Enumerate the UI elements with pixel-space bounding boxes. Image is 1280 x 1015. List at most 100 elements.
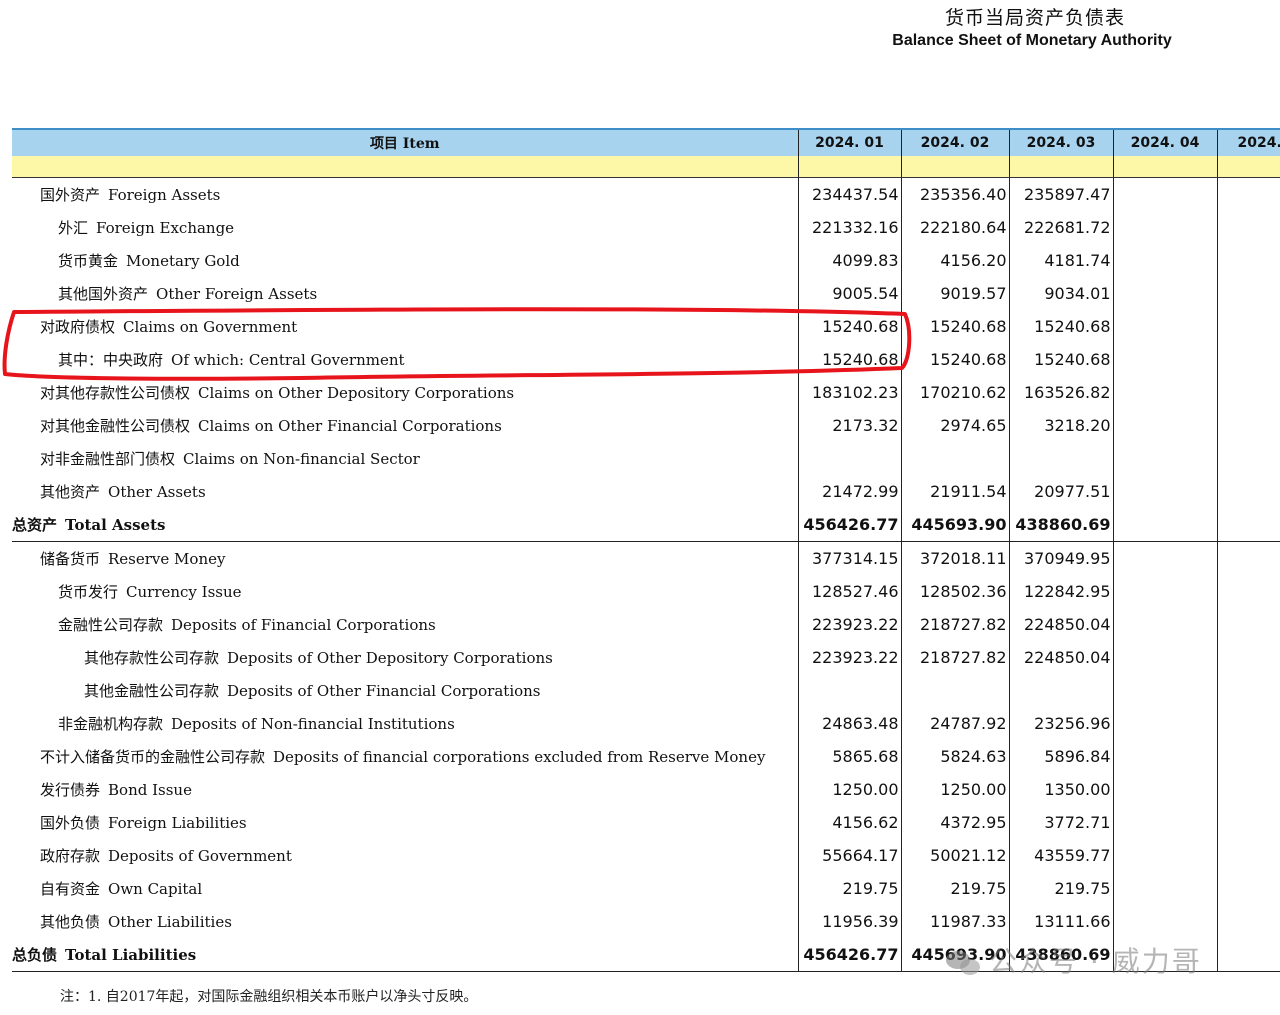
cell-value: 224850.04	[1009, 641, 1114, 674]
table-row: 对政府债权 Claims on Government 15240.68 15240.6…	[12, 310, 1280, 343]
cell-value	[1217, 608, 1280, 641]
table-row: 发行债券 Bond Issue 1250.00 1250.00 1350.00	[12, 773, 1280, 806]
row-label-zh: 其他负债	[40, 913, 101, 931]
cell-value: 370949.95	[1009, 541, 1114, 575]
cell-value: 222180.64	[901, 211, 1010, 244]
cell-value: 223923.22	[798, 641, 902, 674]
row-label: 外汇 Foreign Exchange	[12, 211, 799, 244]
cell-value	[1217, 211, 1280, 244]
cell-value: 15240.68	[901, 343, 1010, 376]
cell-value: 456426.77	[798, 938, 902, 972]
row-label-zh: 总负债	[12, 946, 58, 964]
row-label-en: Deposits of Government	[108, 847, 292, 865]
cell-value	[1113, 343, 1218, 376]
cell-value: 15240.68	[798, 310, 902, 343]
cell-value: 218727.82	[901, 608, 1010, 641]
row-label-zh: 外汇	[58, 219, 89, 237]
row-label: 国外负债 Foreign Liabilities	[12, 806, 799, 839]
row-label-zh: 其他存款性公司存款	[84, 649, 220, 667]
cell-value: 55664.17	[798, 839, 902, 872]
row-label-en: Bond Issue	[108, 781, 192, 799]
cell-value	[1217, 707, 1280, 740]
cell-value: 372018.11	[901, 541, 1010, 575]
wechat-icon	[946, 951, 980, 975]
row-label: 对其他金融性公司债权 Claims on Other Financial Corp…	[12, 409, 799, 442]
watermark-text: 公众号 · 威力哥	[989, 945, 1202, 978]
row-label-en: Other Foreign Assets	[156, 285, 318, 303]
cell-value	[1217, 938, 1280, 972]
cell-value: 2974.65	[901, 409, 1010, 442]
cell-value	[1113, 641, 1218, 674]
cell-value: 128527.46	[798, 575, 902, 608]
row-label-en: Deposits of Financial Corporations	[171, 616, 436, 634]
row-label-zh: 非金融机构存款	[58, 715, 164, 733]
cell-value: 43559.77	[1009, 839, 1114, 872]
cell-value: 219.75	[1009, 872, 1114, 905]
cell-value: 5896.84	[1009, 740, 1114, 773]
row-label-zh: 其他资产	[40, 483, 101, 501]
cell-value: 5865.68	[798, 740, 902, 773]
cell-value: 50021.12	[901, 839, 1010, 872]
cell-value	[1217, 542, 1280, 576]
cell-value: 24863.48	[798, 707, 902, 740]
cell-value: 128502.36	[901, 575, 1010, 608]
row-label-zh: 金融性公司存款	[58, 616, 164, 634]
row-label-en: Foreign Exchange	[96, 219, 235, 237]
cell-value	[1113, 310, 1218, 343]
row-label-zh: 发行债券	[40, 781, 101, 799]
cell-value	[798, 442, 902, 475]
row-label: 对其他存款性公司债权 Claims on Other Depository Cor…	[12, 376, 799, 409]
row-label-zh: 对非金融性部门债权	[40, 450, 176, 468]
cell-value: 9019.57	[901, 277, 1010, 310]
row-label: 自有资金 Own Capital	[12, 872, 799, 905]
row-label-en: Other Assets	[108, 483, 206, 501]
row-label: 其他国外资产 Other Foreign Assets	[12, 277, 799, 310]
table-row: 自有资金 Own Capital 219.75 219.75 219.75	[12, 872, 1280, 905]
cell-value: 122842.95	[1009, 575, 1114, 608]
cell-value: 377314.15	[798, 541, 902, 575]
table-row: 其他存款性公司存款 Deposits of Other Depository Co…	[12, 641, 1280, 674]
header-period: 2024.	[1217, 128, 1280, 156]
row-label-zh: 储备货币	[40, 550, 101, 568]
row-label: 国外资产 Foreign Assets	[12, 177, 799, 211]
row-label-en: Claims on Other Depository Corporations	[198, 384, 515, 402]
row-label-zh: 其他金融性公司存款	[84, 682, 220, 700]
row-label: 其他金融性公司存款 Deposits of Other Financial Cor…	[12, 674, 799, 707]
row-label: 储备货币 Reserve Money	[12, 541, 799, 575]
cell-value: 219.75	[901, 872, 1010, 905]
cell-value: 1250.00	[798, 773, 902, 806]
row-label-en: Total Liabilities	[65, 946, 197, 964]
cell-value	[1113, 541, 1218, 575]
row-label-zh: 对政府债权	[40, 318, 116, 336]
footnote: 注：1. 自2017年起，对国际金融组织相关本币账户以净头寸反映。	[60, 989, 478, 1005]
row-label: 其中：中央政府 Of which: Central Government	[12, 343, 799, 376]
cell-value	[1113, 177, 1218, 211]
row-label-en: Monetary Gold	[126, 252, 240, 270]
cell-value	[1113, 707, 1218, 740]
row-label-zh: 货币发行	[58, 583, 119, 601]
row-label: 其他存款性公司存款 Deposits of Other Depository Co…	[12, 641, 799, 674]
cell-value: 2173.32	[798, 409, 902, 442]
row-label-zh: 总资产	[12, 516, 58, 534]
cell-value	[1113, 475, 1218, 508]
table-header-row: 项目 Item 2024. 01 2024. 02 2024. 03 2024.…	[12, 128, 1280, 156]
row-label-en: Currency Issue	[126, 583, 242, 601]
row-label-zh: 不计入储备货币的金融性公司存款	[40, 748, 266, 766]
cell-value: 3218.20	[1009, 409, 1114, 442]
cell-value	[1217, 376, 1280, 409]
cell-value	[1217, 508, 1280, 542]
cell-value: 5824.63	[901, 740, 1010, 773]
cell-value	[1217, 872, 1280, 905]
cell-value: 234437.54	[798, 177, 902, 211]
row-label-en: Deposits of Non-financial Institutions	[171, 715, 455, 733]
table-row: 不计入储备货币的金融性公司存款 Deposits of financial cor…	[12, 740, 1280, 773]
cell-value: 13111.66	[1009, 905, 1114, 938]
row-label: 对政府债权 Claims on Government	[12, 310, 799, 343]
balance-sheet-table: 项目 Item 2024. 01 2024. 02 2024. 03 2024.…	[12, 128, 1280, 972]
row-label: 不计入储备货币的金融性公司存款 Deposits of financial cor…	[12, 740, 799, 773]
row-label-en: Foreign Assets	[108, 186, 221, 204]
row-label-zh: 其他国外资产	[58, 285, 149, 303]
cell-value	[1113, 839, 1218, 872]
table-row: 对其他金融性公司债权 Claims on Other Financial Corp…	[12, 409, 1280, 442]
table-row: 对非金融性部门债权 Claims on Non-financial Sector	[12, 442, 1280, 475]
